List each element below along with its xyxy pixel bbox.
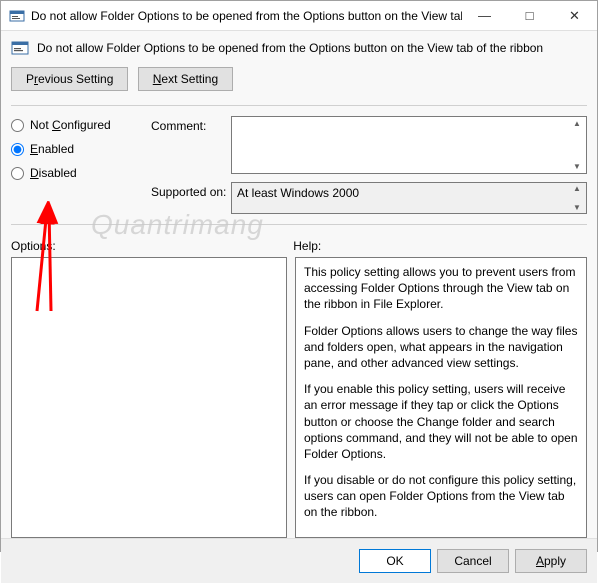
dialog-footer: OK Cancel Apply <box>1 538 597 583</box>
cancel-button[interactable]: Cancel <box>437 549 509 573</box>
help-text: If you enable this policy setting, users… <box>304 381 578 462</box>
close-button[interactable]: ✕ <box>552 1 597 31</box>
app-icon <box>9 8 25 24</box>
separator <box>11 105 587 106</box>
radio-disabled[interactable]: Disabled <box>11 166 151 180</box>
supported-on-box: At least Windows 2000 ▲ ▼ <box>231 182 587 214</box>
supported-value: At least Windows 2000 <box>237 186 359 200</box>
options-label: Options: <box>11 239 293 257</box>
scroll-up-icon[interactable]: ▲ <box>570 119 584 128</box>
comment-label: Comment: <box>151 116 231 133</box>
scroll-down-icon[interactable]: ▼ <box>570 162 584 171</box>
help-text: If you disable or do not configure this … <box>304 472 578 521</box>
config-area: Not Configured Enabled Disabled Comment:… <box>11 116 587 222</box>
options-box[interactable] <box>11 257 287 538</box>
previous-setting-button[interactable]: Previous Setting <box>11 67 128 91</box>
scroll-up-icon[interactable]: ▲ <box>570 184 584 193</box>
maximize-button[interactable]: □ <box>507 1 552 31</box>
window-title: Do not allow Folder Options to be opened… <box>31 9 462 23</box>
options-help-labels: Options: Help: <box>11 239 587 257</box>
radio-not-configured[interactable]: Not Configured <box>11 118 151 132</box>
minimize-button[interactable]: — <box>462 1 507 31</box>
state-radios: Not Configured Enabled Disabled <box>11 116 151 222</box>
scroll-down-icon[interactable]: ▼ <box>570 203 584 212</box>
comment-textarea[interactable]: ▲ ▼ <box>231 116 587 174</box>
separator <box>11 224 587 225</box>
dialog-window: Do not allow Folder Options to be opened… <box>0 0 598 552</box>
help-label: Help: <box>293 239 575 257</box>
nav-buttons: Previous Setting Next Setting <box>11 67 587 91</box>
client-area: Do not allow Folder Options to be opened… <box>1 31 597 538</box>
options-help-row: This policy setting allows you to preven… <box>11 257 587 538</box>
apply-button[interactable]: Apply <box>515 549 587 573</box>
next-setting-button[interactable]: Next Setting <box>138 67 233 91</box>
policy-header: Do not allow Folder Options to be opened… <box>11 39 587 57</box>
ok-button[interactable]: OK <box>359 549 431 573</box>
form-column: Comment: ▲ ▼ Supported on: At least Wind… <box>151 116 587 222</box>
radio-enabled[interactable]: Enabled <box>11 142 151 156</box>
policy-title: Do not allow Folder Options to be opened… <box>37 41 543 55</box>
policy-icon <box>11 39 29 57</box>
titlebar: Do not allow Folder Options to be opened… <box>1 1 597 31</box>
help-text: Folder Options allows users to change th… <box>304 323 578 372</box>
supported-label: Supported on: <box>151 182 231 199</box>
help-text: This policy setting allows you to preven… <box>304 264 578 313</box>
help-box[interactable]: This policy setting allows you to preven… <box>295 257 587 538</box>
